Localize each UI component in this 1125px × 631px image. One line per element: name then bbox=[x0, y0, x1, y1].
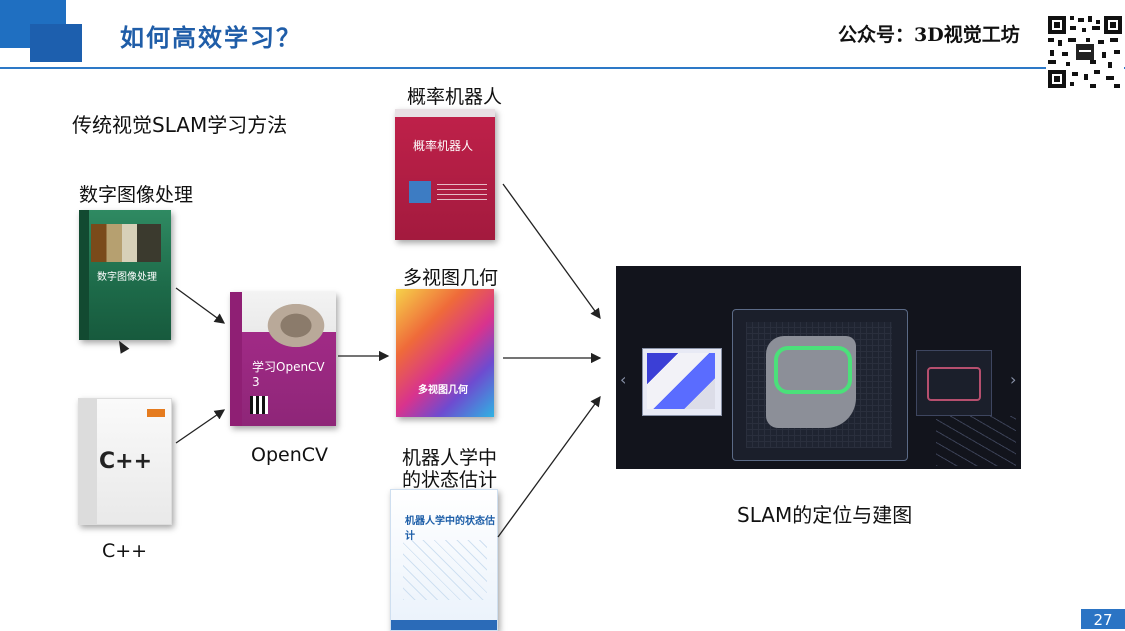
chevron-left-icon: ‹ bbox=[620, 370, 627, 389]
arrow-prob-to-slam bbox=[502, 183, 601, 320]
label-cpp: C++ bbox=[102, 540, 148, 562]
moth-illustration bbox=[260, 298, 332, 348]
cover-title: 多视图几何 bbox=[418, 385, 468, 396]
label-digital-image-processing: 数字图像处理 bbox=[79, 184, 194, 206]
chevron-right-icon: › bbox=[1010, 370, 1017, 389]
page-title: 如何高效学习？ bbox=[120, 23, 302, 52]
qr-code-icon bbox=[1046, 2, 1124, 90]
arrow-cpp-to-opencv bbox=[175, 409, 226, 444]
slam-visualization-image: ‹ › bbox=[616, 266, 1021, 469]
mouse-cursor-icon bbox=[114, 338, 130, 354]
cover-title: C++ bbox=[99, 449, 153, 474]
label-opencv: OpenCV bbox=[251, 444, 329, 466]
slam-frame-right bbox=[916, 350, 992, 416]
arrow-se-to-slam bbox=[497, 395, 601, 538]
header-decor-square-2 bbox=[30, 24, 82, 62]
section-title: 传统视觉SLAM学习方法 bbox=[72, 113, 288, 137]
book-cover-cpp-primer: C++ bbox=[78, 398, 172, 525]
cover-title: 机器人学中的状态估计 bbox=[405, 516, 495, 542]
header-account-label: 公众号：3D视觉工坊 bbox=[838, 24, 1020, 46]
label-state-estimation-line2: 的状态估计 bbox=[402, 469, 498, 491]
book-cover-state-estimation: 机器人学中的状态估计 bbox=[390, 489, 498, 631]
cover-title: 概率机器人 bbox=[413, 139, 474, 153]
slam-frame-left bbox=[642, 348, 722, 416]
book-cover-digital-image-processing: 数字图像处理 bbox=[79, 210, 171, 340]
page-number-badge: 27 bbox=[1081, 609, 1125, 629]
header-divider bbox=[0, 67, 1125, 69]
book-cover-learning-opencv: 学习OpenCV 3 bbox=[230, 292, 336, 426]
label-probabilistic-robotics: 概率机器人 bbox=[407, 86, 503, 108]
book-cover-multiple-view-geometry: 多视图几何 bbox=[396, 289, 494, 417]
cover-title: 学习OpenCV 3 bbox=[252, 360, 325, 389]
label-multiple-view-geometry: 多视图几何 bbox=[403, 267, 499, 289]
book-cover-probabilistic-robotics: 概率机器人 bbox=[395, 109, 495, 240]
arrow-dip-to-opencv bbox=[175, 287, 226, 324]
cover-title: 数字图像处理 bbox=[97, 272, 157, 283]
label-slam-result: SLAM的定位与建图 bbox=[737, 503, 913, 527]
